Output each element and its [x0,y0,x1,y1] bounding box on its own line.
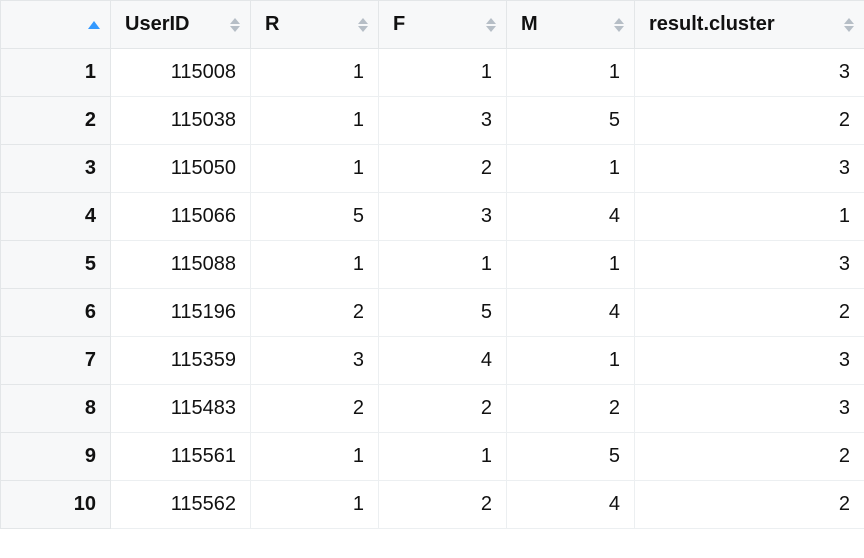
table-row[interactable]: 31150501213 [1,145,864,193]
table-body: 1115008111321150381352311505012134115066… [1,49,864,529]
cell-index: 3 [1,145,111,193]
cell-f: 2 [379,481,507,529]
cell-userid: 115562 [111,481,251,529]
cell-index: 1 [1,49,111,97]
data-table: UserID R F [0,0,864,529]
table-row[interactable]: 101155621242 [1,481,864,529]
table-header-row: UserID R F [1,1,864,49]
cell-r: 1 [251,433,379,481]
cell-m: 1 [507,241,635,289]
cell-userid: 115483 [111,385,251,433]
sort-asc-active-icon[interactable] [88,21,100,29]
table-row[interactable]: 21150381352 [1,97,864,145]
cell-m: 4 [507,193,635,241]
col-header-label: result.cluster [649,13,775,36]
table-row[interactable]: 51150881113 [1,241,864,289]
cell-cluster: 2 [635,481,864,529]
cell-r: 3 [251,337,379,385]
col-header-label: R [265,13,279,36]
cell-index: 8 [1,385,111,433]
table-row[interactable]: 81154832223 [1,385,864,433]
cell-f: 3 [379,193,507,241]
cell-cluster: 3 [635,337,864,385]
table-row[interactable]: 61151962542 [1,289,864,337]
cell-cluster: 2 [635,97,864,145]
cell-userid: 115050 [111,145,251,193]
cell-f: 1 [379,49,507,97]
cell-f: 5 [379,289,507,337]
sort-icon[interactable] [358,18,368,32]
cell-index: 10 [1,481,111,529]
sort-icon[interactable] [844,18,854,32]
cell-index: 9 [1,433,111,481]
table-row[interactable]: 41150665341 [1,193,864,241]
cell-m: 2 [507,385,635,433]
table-row[interactable]: 71153593413 [1,337,864,385]
cell-userid: 115359 [111,337,251,385]
sort-icon[interactable] [486,18,496,32]
cell-m: 1 [507,145,635,193]
cell-userid: 115066 [111,193,251,241]
cell-m: 1 [507,49,635,97]
cell-m: 1 [507,337,635,385]
cell-f: 4 [379,337,507,385]
cell-f: 3 [379,97,507,145]
sort-icon[interactable] [230,18,240,32]
cell-cluster: 3 [635,145,864,193]
cell-cluster: 3 [635,241,864,289]
col-header-userid[interactable]: UserID [111,1,251,49]
cell-cluster: 1 [635,193,864,241]
cell-index: 4 [1,193,111,241]
cell-m: 5 [507,97,635,145]
cell-m: 5 [507,433,635,481]
cell-r: 1 [251,241,379,289]
table-row[interactable]: 91155611152 [1,433,864,481]
cell-f: 1 [379,241,507,289]
cell-cluster: 3 [635,385,864,433]
cell-m: 4 [507,481,635,529]
cell-userid: 115196 [111,289,251,337]
cell-index: 5 [1,241,111,289]
col-header-m[interactable]: M [507,1,635,49]
col-header-cluster[interactable]: result.cluster [635,1,864,49]
cell-r: 1 [251,481,379,529]
cell-f: 2 [379,145,507,193]
cell-userid: 115088 [111,241,251,289]
col-header-f[interactable]: F [379,1,507,49]
cell-cluster: 3 [635,49,864,97]
col-header-label: UserID [125,13,189,36]
col-header-label: F [393,13,405,36]
cell-cluster: 2 [635,289,864,337]
cell-r: 2 [251,385,379,433]
cell-r: 1 [251,49,379,97]
cell-userid: 115038 [111,97,251,145]
cell-userid: 115561 [111,433,251,481]
cell-m: 4 [507,289,635,337]
sort-icon[interactable] [614,18,624,32]
cell-index: 6 [1,289,111,337]
col-header-r[interactable]: R [251,1,379,49]
cell-r: 1 [251,97,379,145]
cell-userid: 115008 [111,49,251,97]
cell-f: 2 [379,385,507,433]
cell-r: 2 [251,289,379,337]
cell-cluster: 2 [635,433,864,481]
table-row[interactable]: 11150081113 [1,49,864,97]
cell-f: 1 [379,433,507,481]
col-header-label: M [521,13,538,36]
cell-r: 1 [251,145,379,193]
cell-index: 2 [1,97,111,145]
table: UserID R F [0,0,864,529]
col-header-index[interactable] [1,1,111,49]
cell-index: 7 [1,337,111,385]
cell-r: 5 [251,193,379,241]
